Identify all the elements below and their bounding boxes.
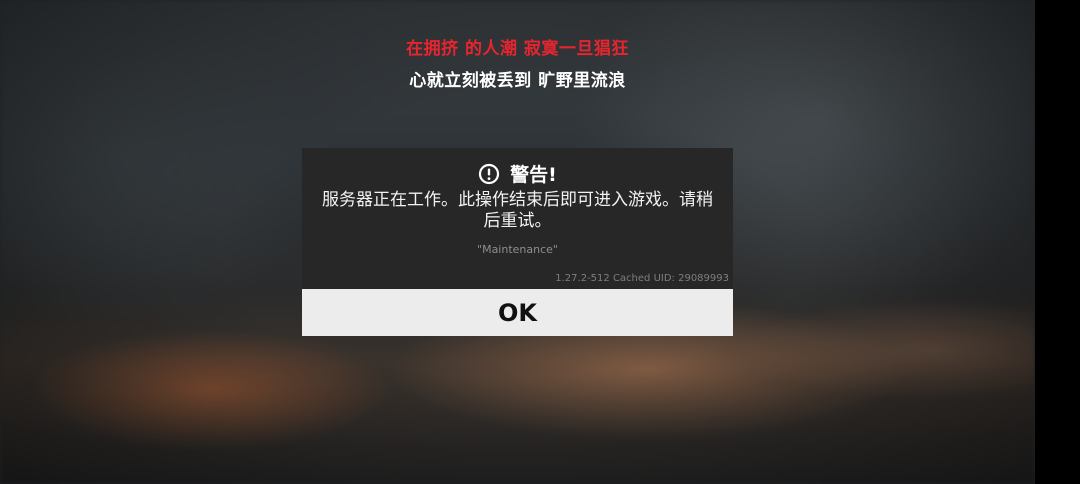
version-info: 1.27.2-512 Cached UID: 29089993 xyxy=(555,273,729,284)
maintenance-reason: "Maintenance" xyxy=(477,243,558,256)
dialog-message: 服务器正在工作。此操作结束后即可进入游戏。请稍后重试。 xyxy=(322,190,713,231)
dialog-header: 警告! xyxy=(302,160,733,187)
dialog-title: 警告! xyxy=(510,164,557,186)
lyric-line-1: 在拥挤 的人潮 寂寞一旦猖狂 xyxy=(406,39,629,59)
exclamation-circle-icon xyxy=(478,163,500,185)
lyric-line-2: 心就立刻被丢到 旷野里流浪 xyxy=(409,71,626,91)
warning-dialog: 警告! 服务器正在工作。此操作结束后即可进入游戏。请稍后重试。 "Mainten… xyxy=(302,148,733,336)
screen-edge-bar xyxy=(1035,0,1080,484)
ok-button[interactable]: OK xyxy=(302,289,733,336)
dialog-body: 警告! 服务器正在工作。此操作结束后即可进入游戏。请稍后重试。 "Mainten… xyxy=(302,148,733,289)
